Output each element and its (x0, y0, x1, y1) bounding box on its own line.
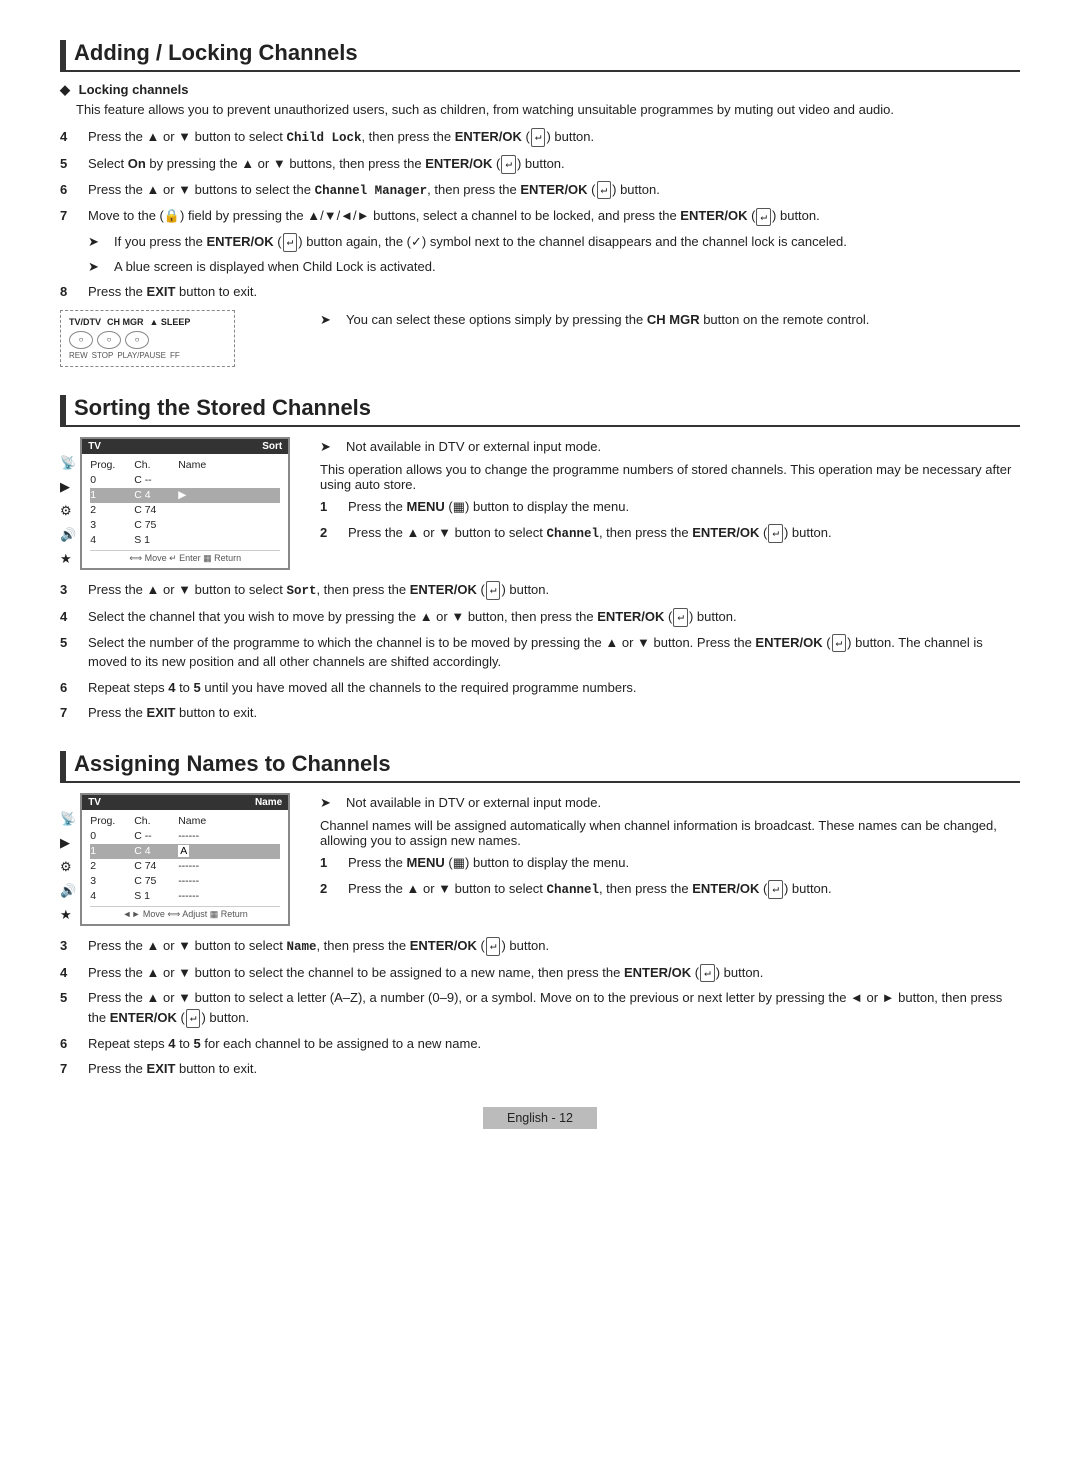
locking-steps: 4 Press the ▲ or ▼ button to select Chil… (60, 127, 1020, 226)
assigning-steps-1-2: 1 Press the MENU (▦) button to display t… (320, 853, 1020, 899)
section-title-adding-locking: Adding / Locking Channels (60, 40, 1020, 72)
section-title-sorting: Sorting the Stored Channels (60, 395, 1020, 427)
sorting-header-row: Prog. Ch. Name (90, 458, 280, 473)
sorting-tv-image: 📡 ▶ ⚙ 🔊 ★ TV Sort Prog. (60, 437, 300, 570)
sorting-row-2: 2 C 74 (90, 503, 280, 518)
sorting-steps-3-7: 3 Press the ▲ or ▼ button to select Sort… (60, 580, 1020, 723)
remote-arrow-note: ➤ You can select these options simply by… (320, 310, 1020, 330)
assigning-side-icons: 📡 ▶ ⚙ 🔊 ★ (60, 811, 76, 923)
icon-play2: ▶ (60, 835, 76, 851)
sorting-top: 📡 ▶ ⚙ 🔊 ★ TV Sort Prog. (60, 437, 1020, 570)
assigning-footer: ◄► Move ⟺ Adjust ▦ Return (90, 906, 280, 920)
assigning-header-row: Prog. Ch. Name (90, 814, 280, 829)
assigning-step-2: 2 Press the ▲ or ▼ button to select Chan… (320, 879, 1020, 900)
assigning-step-7: 7 Press the EXIT button to exit. (60, 1059, 1020, 1079)
assigning-step-5: 5 Press the ▲ or ▼ button to select a le… (60, 988, 1020, 1027)
sorting-titlebar: TV Sort (82, 439, 288, 454)
remote-btns-row1: ○ ○ ○ (69, 331, 226, 349)
sorting-step-5: 5 Select the number of the programme to … (60, 633, 1020, 672)
assigning-row-2: 2 C 74 ------ (90, 859, 280, 874)
assigning-tv-with-side: 📡 ▶ ⚙ 🔊 ★ TV Name Prog. (60, 793, 300, 926)
assigning-tv-screen: TV Name Prog. Ch. Name 0 C -- (80, 793, 290, 926)
assigning-row-1: 1 C 4 A (90, 844, 280, 859)
assigning-right-col: ➤ Not available in DTV or external input… (320, 793, 1020, 906)
sorting-row-3: 3 C 75 (90, 518, 280, 533)
locking-subtitle: ◆ Locking channels (60, 82, 1020, 98)
remote-mock: TV/DTV CH MGR ▲ SLEEP ○ ○ ○ REW STOP PLA… (60, 310, 235, 367)
sorting-step-4: 4 Select the channel that you wish to mo… (60, 607, 1020, 627)
locking-intro: This feature allows you to prevent unaut… (76, 102, 1020, 117)
sorting-step-3: 3 Press the ▲ or ▼ button to select Sort… (60, 580, 1020, 601)
remote-image: TV/DTV CH MGR ▲ SLEEP ○ ○ ○ REW STOP PLA… (60, 310, 300, 367)
arrow-note-1: ➤ If you press the ENTER/OK (↵) button a… (88, 232, 1020, 252)
assigning-titlebar: TV Name (82, 795, 288, 810)
sorting-step-7: 7 Press the EXIT button to exit. (60, 703, 1020, 723)
icon-star2: ★ (60, 907, 76, 923)
assigning-intro: Channel names will be assigned automatic… (320, 818, 1020, 848)
sorting-footer: ⟺ Move ↵ Enter ▦ Return (90, 550, 280, 564)
remote-labels-row2: REW STOP PLAY/PAUSE FF (69, 351, 226, 360)
sorting-tv-with-side: 📡 ▶ ⚙ 🔊 ★ TV Sort Prog. (60, 437, 300, 570)
icon-antenna: 📡 (60, 455, 76, 471)
sorting-row-1: 1 C 4 ▶ (90, 488, 280, 503)
icon-play: ▶ (60, 479, 76, 495)
remote-section: TV/DTV CH MGR ▲ SLEEP ○ ○ ○ REW STOP PLA… (60, 310, 1020, 367)
remote-btn-tv: ○ (69, 331, 93, 349)
icon-settings: ⚙ (60, 503, 76, 519)
sorting-intro: This operation allows you to change the … (320, 462, 1020, 492)
icon-antenna2: 📡 (60, 811, 76, 827)
sorting-not-available: ➤ Not available in DTV or external input… (320, 437, 1020, 457)
assigning-row-0: 0 C -- ------ (90, 829, 280, 844)
tv-side-icons: 📡 ▶ ⚙ 🔊 ★ (60, 455, 76, 567)
section-title-assigning: Assigning Names to Channels (60, 751, 1020, 783)
assigning-row-4: 4 S 1 ------ (90, 889, 280, 904)
icon-speaker: 🔊 (60, 527, 76, 543)
page-wrapper: Adding / Locking Channels ◆ Locking chan… (60, 40, 1020, 1129)
remote-btn-chmgr: ○ (97, 331, 121, 349)
step-7: 7 Move to the (🔒) field by pressing the … (60, 206, 1020, 226)
diamond-icon: ◆ (60, 82, 70, 98)
section-sorting: Sorting the Stored Channels 📡 ▶ ⚙ 🔊 ★ TV… (60, 395, 1020, 723)
section-adding-locking: Adding / Locking Channels ◆ Locking chan… (60, 40, 1020, 367)
sorting-row-0: 0 C -- (90, 473, 280, 488)
sorting-right-col: ➤ Not available in DTV or external input… (320, 437, 1020, 550)
assigning-top: 📡 ▶ ⚙ 🔊 ★ TV Name Prog. (60, 793, 1020, 926)
subsection-locking: ◆ Locking channels This feature allows y… (60, 82, 1020, 117)
assigning-step-4: 4 Press the ▲ or ▼ button to select the … (60, 963, 1020, 983)
assigning-tv-body: Prog. Ch. Name 0 C -- ------ 1 (82, 810, 288, 924)
sorting-steps-1-2: 1 Press the MENU (▦) button to display t… (320, 497, 1020, 543)
assigning-tv-image: 📡 ▶ ⚙ 🔊 ★ TV Name Prog. (60, 793, 300, 926)
icon-speaker2: 🔊 (60, 883, 76, 899)
assigning-step-6: 6 Repeat steps 4 to 5 for each channel t… (60, 1034, 1020, 1054)
assigning-steps-3-7: 3 Press the ▲ or ▼ button to select Name… (60, 936, 1020, 1079)
page-footer: English - 12 (60, 1107, 1020, 1129)
assigning-step-3: 3 Press the ▲ or ▼ button to select Name… (60, 936, 1020, 957)
step-5: 5 Select On by pressing the ▲ or ▼ butto… (60, 154, 1020, 174)
sorting-row-4: 4 S 1 (90, 533, 280, 548)
icon-star: ★ (60, 551, 76, 567)
sorting-step-2: 2 Press the ▲ or ▼ button to select Chan… (320, 523, 1020, 544)
sorting-step-1: 1 Press the MENU (▦) button to display t… (320, 497, 1020, 517)
sorting-tv-body: Prog. Ch. Name 0 C -- 1 C 4 (82, 454, 288, 568)
assigning-step-1: 1 Press the MENU (▦) button to display t… (320, 853, 1020, 873)
icon-settings2: ⚙ (60, 859, 76, 875)
assigning-row-3: 3 C 75 ------ (90, 874, 280, 889)
step-4: 4 Press the ▲ or ▼ button to select Chil… (60, 127, 1020, 148)
sorting-tv-screen: TV Sort Prog. Ch. Name 0 C -- (80, 437, 290, 570)
step-8: 8 Press the EXIT button to exit. (60, 282, 1020, 302)
sorting-step-6: 6 Repeat steps 4 to 5 until you have mov… (60, 678, 1020, 698)
arrow-note-2: ➤ A blue screen is displayed when Child … (88, 257, 1020, 277)
step-6: 6 Press the ▲ or ▼ buttons to select the… (60, 180, 1020, 201)
page-label: English - 12 (483, 1107, 597, 1129)
assigning-not-available: ➤ Not available in DTV or external input… (320, 793, 1020, 813)
remote-labels: TV/DTV CH MGR ▲ SLEEP (69, 317, 226, 327)
locking-step8: 8 Press the EXIT button to exit. (60, 282, 1020, 302)
remote-btn-sleep: ○ (125, 331, 149, 349)
remote-note: ➤ You can select these options simply by… (320, 310, 1020, 335)
section-assigning: Assigning Names to Channels 📡 ▶ ⚙ 🔊 ★ TV… (60, 751, 1020, 1079)
